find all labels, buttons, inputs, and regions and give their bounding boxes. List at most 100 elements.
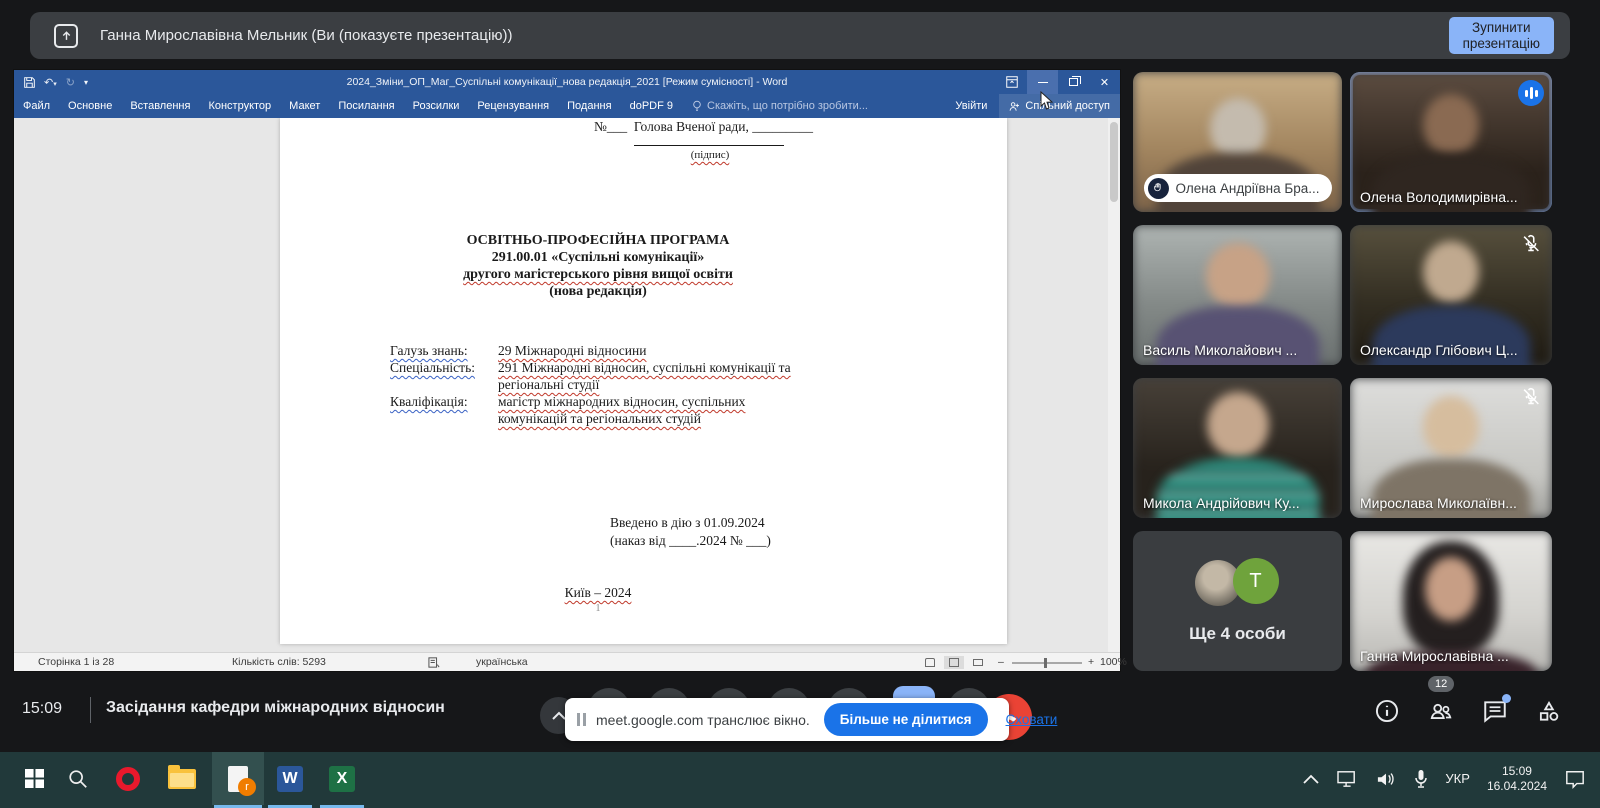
shared-word-window: ↶▾ ↻ ▾ 2024_Зміни_ОП_Маг_Суспільні комун… (14, 70, 1120, 671)
signature-rule (634, 145, 784, 146)
sign-in-link[interactable]: Увійти (943, 100, 999, 112)
zoom-in-icon[interactable]: + (1088, 656, 1094, 668)
tab-insert[interactable]: Вставлення (121, 94, 199, 118)
zoom-out-icon[interactable]: – (998, 656, 1004, 668)
stop-presentation-button[interactable]: Зупинити презентацію (1449, 17, 1554, 54)
hide-notification-link[interactable]: Сховати (1006, 712, 1058, 727)
participant-grid: Олена Андріївна Бра... Олена Володимирів… (1133, 72, 1552, 671)
action-center-icon[interactable] (1564, 769, 1586, 789)
participant-tile[interactable]: Олена Андріївна Бра... (1133, 72, 1342, 212)
program-title: ОСВІТНЬО-ПРОФЕСІЙНА ПРОГРАМА 291.00.01 «… (298, 233, 898, 301)
word-app-icon[interactable]: W (266, 752, 314, 805)
redo-icon[interactable]: ↻ (66, 76, 75, 89)
participant-tile[interactable]: Микола Андрійович Ку... (1133, 378, 1342, 518)
quick-access-toolbar: ↶▾ ↻ ▾ (14, 76, 88, 89)
share-button[interactable]: Спільний доступ (999, 94, 1120, 118)
participant-tile[interactable]: Олександр Глібович Ц... (1350, 225, 1552, 365)
field-row: Кваліфікація: магістр міжнародних віднос… (390, 393, 806, 427)
self-view-tile[interactable]: Ганна Мирославівна ... (1350, 531, 1552, 671)
volume-icon[interactable] (1375, 770, 1397, 788)
undo-icon[interactable]: ↶▾ (44, 76, 57, 89)
ribbon-display-options-icon[interactable] (997, 70, 1027, 94)
share-person-icon (1009, 101, 1020, 112)
participant-tile[interactable]: Мирослава Миколаївн... (1350, 378, 1552, 518)
word-status-bar: Сторінка 1 із 28 Кількість слів: 5293 ук… (14, 652, 1120, 671)
participants-count-badge: 12 (1428, 676, 1454, 692)
system-tray: УКР 15:09 16.04.2024 (1303, 752, 1600, 805)
qat-customize-icon[interactable]: ▾ (84, 78, 88, 87)
read-mode-icon[interactable] (920, 656, 940, 669)
microphone-icon[interactable] (1414, 769, 1428, 789)
program-fields: Галузь знань: 29 Міжнародні відносини Сп… (390, 342, 806, 427)
document-app-icon[interactable]: r (214, 752, 262, 805)
tab-home[interactable]: Основне (59, 94, 121, 118)
language-indicator[interactable]: УКР (1445, 771, 1470, 786)
participant-name: Мирослава Миколаївн... (1360, 495, 1544, 511)
excel-app-icon[interactable]: X (318, 752, 366, 805)
start-button[interactable] (10, 752, 58, 805)
network-icon[interactable] (1336, 770, 1358, 788)
participant-name: Олександр Глібович Ц... (1360, 342, 1544, 358)
speaking-indicator-icon (1518, 80, 1544, 106)
field-row: Галузь знань: 29 Міжнародні відносини (390, 342, 806, 359)
lightbulb-icon (692, 100, 702, 112)
footer-city: Київ – 2024 (298, 585, 898, 601)
share-message: meet.google.com транслює вікно. (596, 712, 810, 728)
meeting-details-icon[interactable] (1374, 698, 1400, 724)
stop-sharing-button[interactable]: Більше не ділитися (824, 703, 988, 736)
meet-bottom-bar: 15:09 Засідання кафедри міжнародних відн… (0, 671, 1600, 752)
more-participants-tile[interactable]: T Ще 4 особи (1133, 531, 1342, 671)
mic-off-icon (1520, 233, 1542, 255)
language-status[interactable]: українська (476, 656, 528, 668)
tell-me-box[interactable]: Скажіть, що потрібно зробити... (692, 100, 868, 112)
tab-review[interactable]: Рецензування (468, 94, 558, 118)
document-scrollbar[interactable] (1108, 118, 1120, 652)
tab-dopdf[interactable]: doPDF 9 (621, 94, 682, 118)
avatar: T (1233, 558, 1279, 604)
restore-button[interactable] (1058, 70, 1089, 94)
page-info[interactable]: Сторінка 1 із 28 (38, 656, 114, 668)
word-window-title: 2024_Зміни_ОП_Маг_Суспільні комунікації_… (14, 70, 1120, 94)
document-area[interactable]: №___ Голова Вченої ради, _________ (підп… (14, 118, 1120, 652)
opera-icon[interactable] (104, 752, 152, 805)
participants-icon[interactable] (1428, 698, 1454, 724)
windows-taskbar: r W X УКР 15:09 16.04.2024 (0, 752, 1600, 808)
signature-caption: (підпис) (670, 149, 750, 161)
word-count[interactable]: Кількість слів: 5293 (232, 656, 326, 668)
tab-file[interactable]: Файл (14, 94, 59, 118)
zoom-percentage[interactable]: 100% (1100, 656, 1127, 668)
participant-tile[interactable]: Василь Миколайович ... (1133, 225, 1342, 365)
more-participants-label: Ще 4 особи (1189, 624, 1286, 644)
tab-layout[interactable]: Макет (280, 94, 329, 118)
participant-name: Ганна Мирославівна ... (1360, 648, 1544, 664)
print-layout-icon[interactable] (944, 656, 964, 669)
save-icon[interactable] (24, 77, 35, 88)
zoom-slider[interactable] (1012, 662, 1082, 664)
participant-name: Василь Миколайович ... (1143, 342, 1334, 358)
tab-view[interactable]: Подання (558, 94, 620, 118)
tab-mailings[interactable]: Розсилки (404, 94, 469, 118)
search-icon[interactable] (54, 752, 102, 805)
mouse-cursor (1040, 91, 1054, 111)
participant-name: Микола Андрійович Ку... (1143, 495, 1334, 511)
close-button[interactable]: ✕ (1089, 70, 1120, 94)
participant-name: Олена Андріївна Бра... (1175, 181, 1319, 196)
effective-date-block: Введено в дію з 01.09.2024 (наказ від __… (610, 514, 771, 550)
participant-tile[interactable]: Олена Володимирівна... (1350, 72, 1552, 212)
document-page[interactable]: №___ Голова Вченої ради, _________ (підп… (280, 118, 1007, 644)
window-controls: ✕ (997, 70, 1120, 94)
tab-references[interactable]: Посилання (329, 94, 403, 118)
present-screen-icon (54, 24, 78, 48)
presenter-name-label: Ганна Мирославівна Мельник (Ви (показуєт… (100, 27, 513, 44)
activities-icon[interactable] (1536, 698, 1562, 724)
approval-line: №___ Голова Вченої ради, _________ (594, 119, 813, 135)
chat-icon[interactable] (1482, 698, 1508, 724)
tray-expand-icon[interactable] (1303, 774, 1319, 784)
clock[interactable]: 15:09 16.04.2024 (1487, 764, 1547, 794)
word-ribbon: Файл Основне Вставлення Конструктор Маке… (14, 94, 1120, 118)
page-number: 1 (298, 603, 898, 614)
proofing-icon[interactable] (428, 657, 440, 668)
web-layout-icon[interactable] (968, 656, 988, 669)
tab-design[interactable]: Конструктор (199, 94, 280, 118)
file-explorer-icon[interactable] (158, 752, 206, 805)
